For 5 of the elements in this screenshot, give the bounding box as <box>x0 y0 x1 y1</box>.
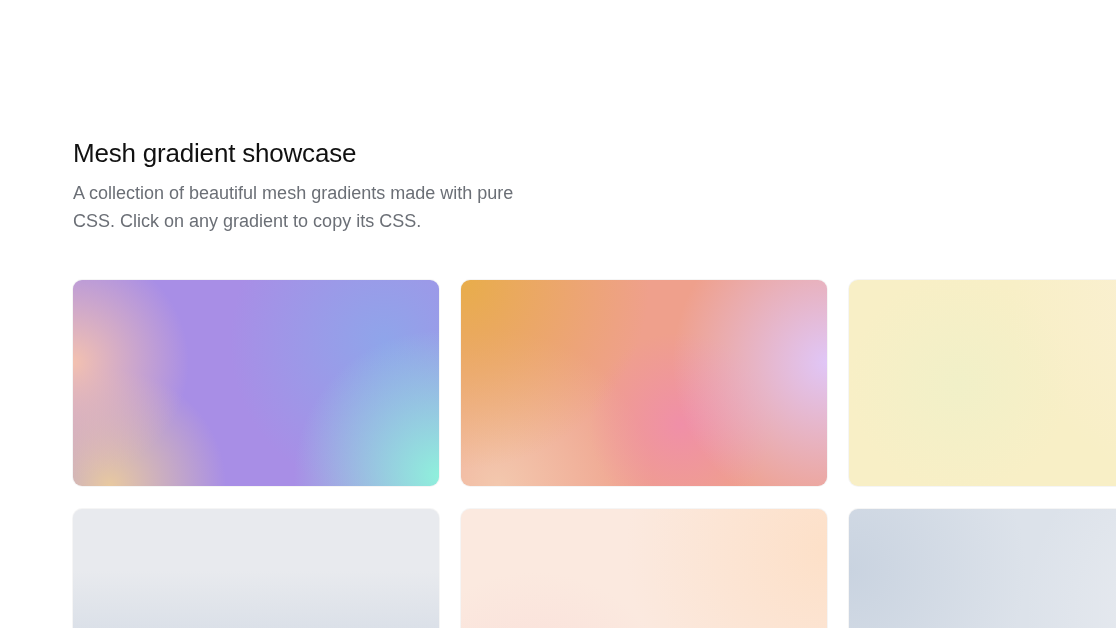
page-title: Mesh gradient showcase <box>73 138 358 169</box>
gradient-card[interactable] <box>73 280 439 486</box>
gradient-card[interactable] <box>849 280 1116 486</box>
page-description: A collection of beautiful mesh gradients made with pure CSS. Click on any gradient to copy its CSS. <box>73 182 515 233</box>
gradient-card[interactable] <box>461 280 827 486</box>
